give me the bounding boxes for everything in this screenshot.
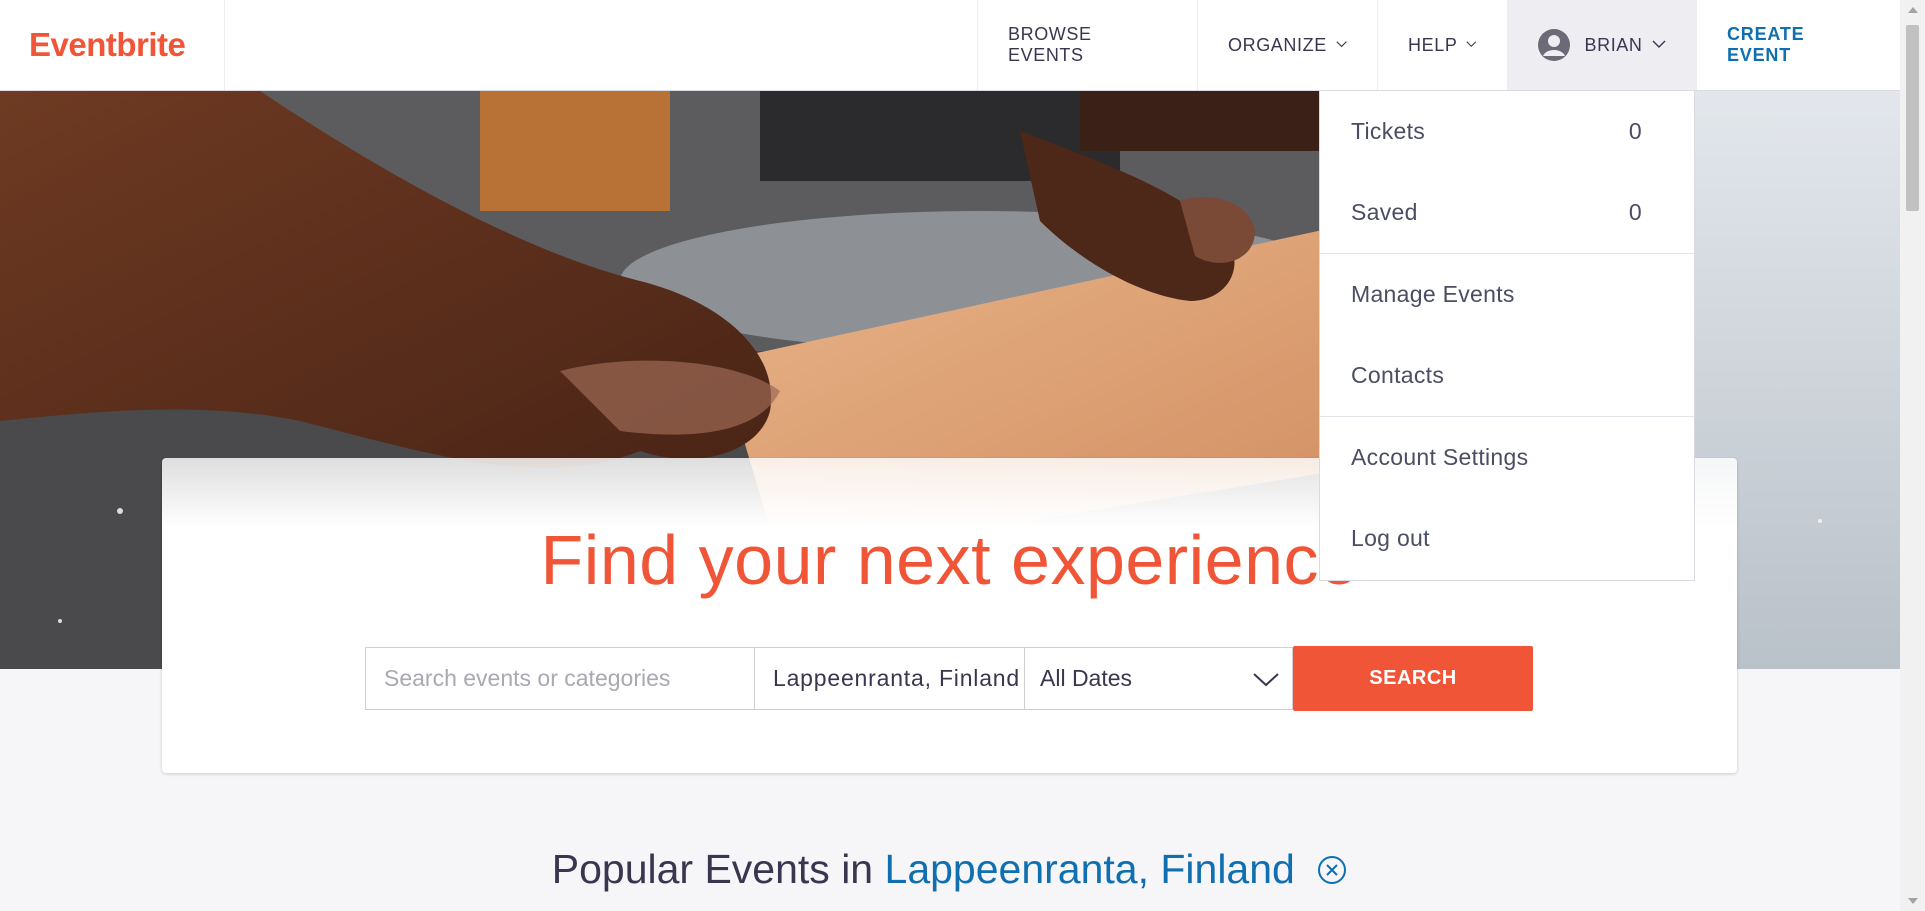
menu-item-label: Account Settings [1351, 444, 1529, 470]
nav-browse-label: BROWSE EVENTS [1008, 24, 1092, 65]
top-nav: Eventbrite BROWSE EVENTS ORGANIZE HELP B… [0, 0, 1900, 91]
menu-item-saved[interactable]: Saved 0 [1320, 172, 1694, 253]
date-select-value: All Dates [1040, 665, 1133, 691]
nav-organize[interactable]: ORGANIZE [1197, 0, 1377, 90]
dropdown-group-organizer: Manage Events Contacts [1320, 254, 1694, 417]
nav-browse-events[interactable]: BROWSE EVENTS [977, 0, 1197, 90]
menu-item-tickets[interactable]: Tickets 0 [1320, 91, 1694, 172]
nav-user-menu[interactable]: BRIAN [1507, 0, 1696, 90]
menu-item-label: Saved [1351, 199, 1418, 225]
dropdown-group-account: Account Settings Log out [1320, 417, 1694, 579]
logo-cell: Eventbrite [0, 0, 225, 90]
nav-create-event[interactable]: CREATE EVENT [1696, 0, 1900, 90]
menu-item-label: Manage Events [1351, 281, 1515, 307]
menu-item-label: Tickets [1351, 118, 1426, 144]
dropdown-group-activity: Tickets 0 Saved 0 [1320, 91, 1694, 254]
menu-item-account-settings[interactable]: Account Settings [1320, 417, 1694, 498]
menu-item-label: Log out [1351, 525, 1430, 551]
nav-help-label: HELP [1408, 34, 1458, 55]
menu-item-contacts[interactable]: Contacts [1320, 335, 1694, 416]
menu-item-log-out[interactable]: Log out [1320, 498, 1694, 579]
search-input[interactable]: Search events or categories [365, 647, 755, 710]
menu-item-manage-events[interactable]: Manage Events [1320, 254, 1694, 335]
eventbrite-logo[interactable]: Eventbrite [29, 26, 186, 64]
page-scrollbar[interactable] [1900, 0, 1925, 911]
scroll-up-arrow-icon[interactable] [1900, 0, 1925, 20]
chevron-down-icon [1652, 40, 1665, 48]
scrollbar-thumb[interactable] [1906, 25, 1919, 211]
nav-create-label: CREATE EVENT [1727, 24, 1805, 65]
tickets-count: 0 [1628, 118, 1642, 144]
nav-help[interactable]: HELP [1377, 0, 1507, 90]
popular-location-link[interactable]: Lappeenranta, Finland [885, 846, 1295, 892]
search-bar: Search events or categories Lappeenranta… [365, 646, 1533, 711]
popular-events-heading: Popular Events in Lappeenranta, Finland [0, 846, 1900, 893]
nav-organize-label: ORGANIZE [1228, 34, 1327, 55]
avatar-icon [1538, 29, 1571, 61]
search-button[interactable]: SEARCH [1293, 646, 1533, 711]
clear-location-icon[interactable] [1316, 854, 1348, 886]
saved-count: 0 [1628, 199, 1642, 225]
location-input[interactable]: Lappeenranta, Finland [755, 647, 1025, 710]
popular-prefix: Popular Events in [551, 846, 874, 892]
menu-item-label: Contacts [1351, 362, 1445, 388]
chevron-down-icon [1253, 672, 1279, 686]
scroll-down-arrow-icon[interactable] [1900, 891, 1925, 911]
nav-user-label: BRIAN [1584, 34, 1643, 55]
page: Find your next experience Search events … [0, 0, 1900, 911]
chevron-down-icon [1336, 41, 1347, 48]
chevron-down-icon [1466, 41, 1477, 48]
user-dropdown-menu: Tickets 0 Saved 0 Manage Events Contacts… [1319, 91, 1695, 581]
date-select[interactable]: All Dates [1025, 647, 1293, 710]
